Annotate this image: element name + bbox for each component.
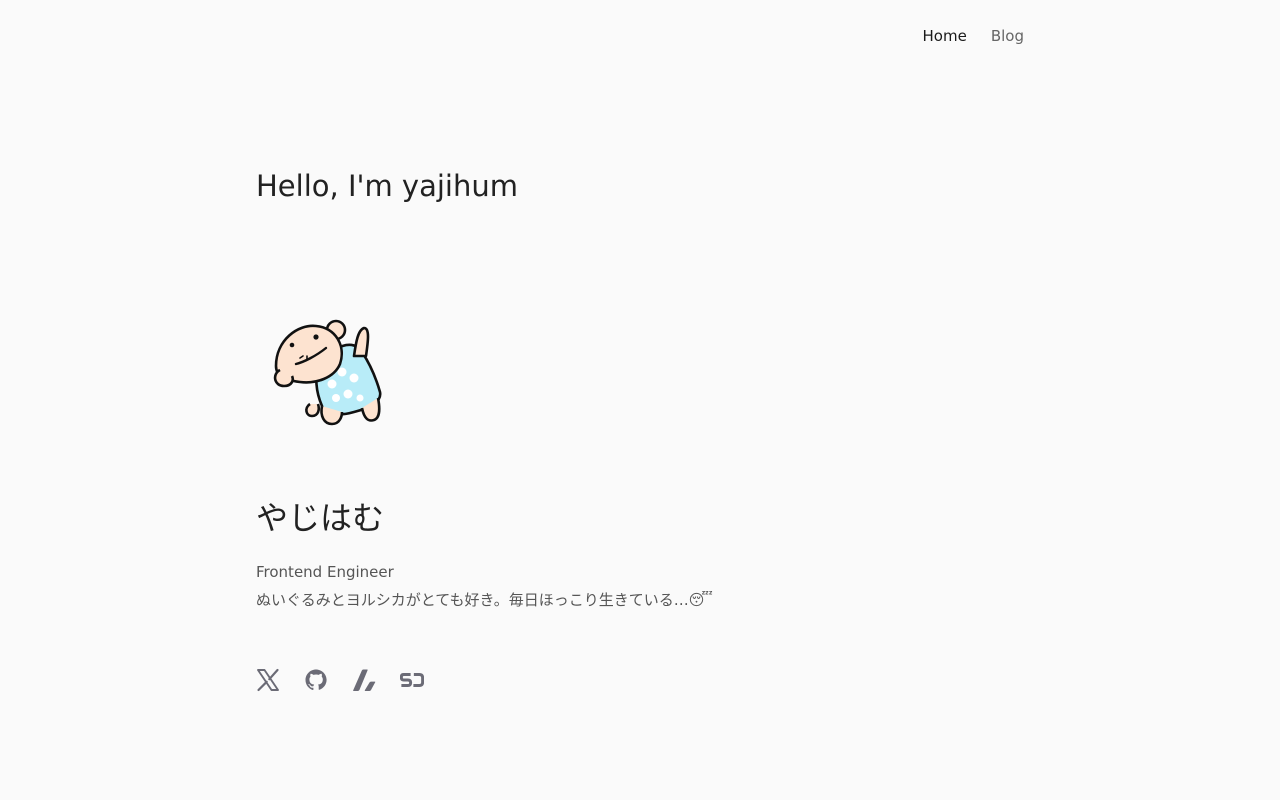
hamster-plush-illustration [273,319,382,426]
avatar [270,312,400,432]
page: Home Blog Hello, I'm yajihum やじはむ Fronte… [0,0,1280,800]
sizu-icon [400,672,424,688]
github-icon [305,669,327,691]
zenn-icon [353,669,376,691]
nav-home-link[interactable]: Home [923,24,967,48]
greeting-heading: Hello, I'm yajihum [256,169,518,203]
social-links [256,667,424,693]
nav-blog-link[interactable]: Blog [991,24,1024,48]
profile-bio: ぬいぐるみとヨルシカがとても好き。毎日ほっこり生きている…😴 [256,591,713,609]
top-nav: Home Blog [923,24,1024,48]
profile-name: やじはむ [256,499,385,537]
profile-role: Frontend Engineer [256,563,394,581]
sizu-link[interactable] [400,667,424,693]
github-link[interactable] [304,667,328,693]
zenn-link[interactable] [352,667,376,693]
x-twitter-link[interactable] [256,667,280,693]
x-twitter-icon [257,668,279,692]
